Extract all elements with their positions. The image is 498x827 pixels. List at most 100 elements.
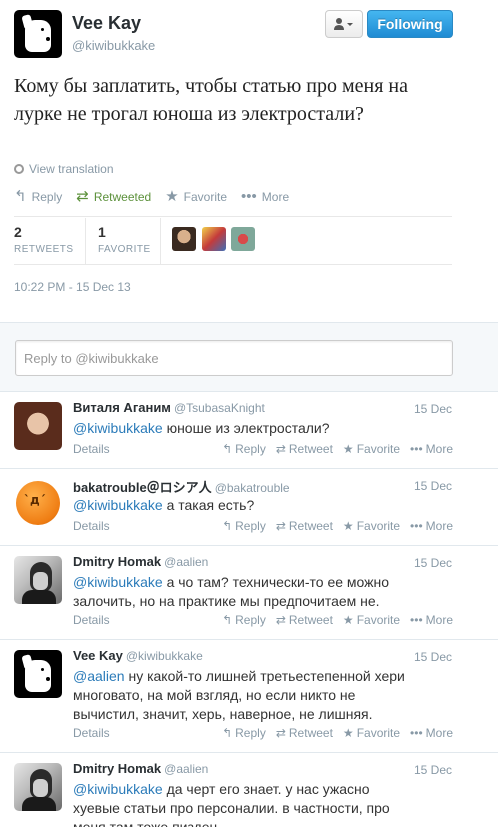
retweet-icon: ⇄ xyxy=(275,442,286,456)
more-action[interactable]: ••• More xyxy=(241,187,289,207)
more-action[interactable]: ••• More xyxy=(410,519,453,533)
favorite-action[interactable]: ★ Favorite xyxy=(343,442,400,456)
more-action[interactable]: ••• More xyxy=(410,442,453,456)
more-action[interactable]: ••• More xyxy=(410,613,453,627)
reply-author-handle: @bakatrouble xyxy=(214,481,290,495)
details-link[interactable]: Details xyxy=(73,726,110,740)
more-label: More xyxy=(261,190,290,204)
reply-avatar[interactable] xyxy=(14,402,62,450)
reply-action[interactable]: ↰ Reply xyxy=(14,187,62,207)
reply-icon: ↰ xyxy=(222,442,233,456)
tweet-header: Vee Kay @kiwibukkake Following xyxy=(14,10,484,60)
reply-label: Reply xyxy=(235,726,266,740)
reply-icon: ↰ xyxy=(222,519,233,533)
reply-action[interactable]: ↰ Reply xyxy=(222,519,266,533)
view-translation-link[interactable]: View translation xyxy=(14,162,114,176)
retweet-action[interactable]: ⇄ Retweet xyxy=(276,613,333,627)
reply-date[interactable]: 15 Dec xyxy=(414,402,452,416)
reply-mention-link[interactable]: @kiwibukkake xyxy=(73,781,163,797)
retweet-action[interactable]: ⇄ Retweet xyxy=(276,442,333,456)
reply-avatar[interactable] xyxy=(14,650,62,698)
tweet-timestamp[interactable]: 10:22 PM - 15 Dec 13 xyxy=(14,280,131,294)
details-link[interactable]: Details xyxy=(73,613,110,627)
retweet-action[interactable]: ⇄ Retweet xyxy=(276,726,333,740)
star-icon: ★ xyxy=(342,519,354,533)
favorite-action[interactable]: ★ Favorite xyxy=(343,613,400,627)
retweets-count: 2 xyxy=(14,224,22,240)
reply-tweet[interactable]: Dmitry Homak @aalien 15 Dec @kiwibukkake … xyxy=(0,546,498,640)
author-avatar[interactable] xyxy=(14,10,62,58)
favorite-action[interactable]: ★ Favorite xyxy=(165,187,227,207)
favorite-action[interactable]: ★ Favorite xyxy=(343,726,400,740)
reply-author-handle: @aalien xyxy=(164,762,209,776)
tweet-stats: 2 RETWEETS 1 FAVORITE xyxy=(14,218,452,264)
reply-tweet[interactable]: Vee Kay @kiwibukkake 15 Dec @aalien ну ка… xyxy=(0,640,498,753)
favorite-label: Favorite xyxy=(356,613,401,627)
star-icon: ★ xyxy=(165,188,179,205)
reply-author-name: Vee Kay xyxy=(73,648,123,663)
favorites-label: FAVORITE xyxy=(98,244,151,255)
reply-icon: ↰ xyxy=(222,613,233,627)
reply-author[interactable]: Vee Kay @kiwibukkake xyxy=(73,648,203,663)
reply-avatar[interactable] xyxy=(14,763,62,811)
reply-avatar[interactable]: ˋд´ xyxy=(14,479,62,527)
retweet-label: Retweet xyxy=(288,613,333,627)
reply-author[interactable]: Dmitry Homak @aalien xyxy=(73,761,208,776)
reply-date[interactable]: 15 Dec xyxy=(414,650,452,664)
reply-label: Reply xyxy=(235,613,266,627)
favoriter-avatar[interactable] xyxy=(231,227,255,251)
retweets-stat[interactable]: 2 RETWEETS xyxy=(14,224,74,255)
reply-date[interactable]: 15 Dec xyxy=(414,479,452,493)
retweeted-action[interactable]: ⇄ Retweeted xyxy=(76,187,151,207)
reply-mention-link[interactable]: @kiwibukkake xyxy=(73,497,163,513)
reply-author-handle: @kiwibukkake xyxy=(125,649,203,663)
reply-mention-link[interactable]: @kiwibukkake xyxy=(73,420,163,436)
user-actions-dropdown[interactable] xyxy=(325,10,363,38)
author-handle[interactable]: @kiwibukkake xyxy=(72,38,155,53)
retweet-label: Retweet xyxy=(288,726,333,740)
reply-author-handle: @aalien xyxy=(164,555,209,569)
favorite-label: Favorite xyxy=(356,726,401,740)
reply-footer: Details ↰ Reply ⇄ Retweet ★ Favorite ••• Mor… xyxy=(73,442,453,458)
following-button[interactable]: Following xyxy=(367,10,453,38)
reply-label: Reply xyxy=(31,190,63,204)
reply-author[interactable]: Виталя Аганим @TsubasaKnight xyxy=(73,400,265,415)
reply-tweet[interactable]: ˋд´ bakatrouble＠ロシア人 @bakatrouble 15 Dec … xyxy=(0,469,498,546)
retweet-icon: ⇄ xyxy=(275,519,286,533)
reply-action[interactable]: ↰ Reply xyxy=(222,442,266,456)
more-dots-icon: ••• xyxy=(241,188,257,205)
reply-area: Reply to @kiwibukkake xyxy=(0,322,498,392)
tweet-text: Кому бы заплатить, чтобы статью про меня… xyxy=(14,75,408,125)
favorite-action[interactable]: ★ Favorite xyxy=(343,519,400,533)
reply-date[interactable]: 15 Dec xyxy=(414,556,452,570)
more-dots-icon: ••• xyxy=(410,519,423,533)
reply-mention-link[interactable]: @kiwibukkake xyxy=(73,574,163,590)
reply-author[interactable]: Dmitry Homak @aalien xyxy=(73,554,208,569)
reply-author[interactable]: bakatrouble＠ロシア人 @bakatrouble xyxy=(73,477,290,496)
reply-input[interactable]: Reply to @kiwibukkake xyxy=(15,340,453,376)
divider xyxy=(85,218,86,264)
retweeted-label: Retweeted xyxy=(93,190,152,204)
divider xyxy=(14,216,452,217)
reply-mention-link[interactable]: @aalien xyxy=(73,668,125,684)
favorites-stat[interactable]: 1 FAVORITE xyxy=(98,224,151,255)
favoriter-avatar[interactable] xyxy=(202,227,226,251)
reply-tweet[interactable]: Виталя Аганим @TsubasaKnight 15 Dec @kiwi… xyxy=(0,392,498,469)
retweet-action[interactable]: ⇄ Retweet xyxy=(276,519,333,533)
globe-icon xyxy=(14,164,24,174)
reply-tweet[interactable]: Dmitry Homak @aalien 15 Dec @kiwibukkake … xyxy=(0,753,498,827)
reply-avatar[interactable] xyxy=(14,556,62,604)
retweet-icon: ⇄ xyxy=(275,726,286,740)
details-link[interactable]: Details xyxy=(73,442,110,456)
reply-action[interactable]: ↰ Reply xyxy=(222,613,266,627)
reply-label: Reply xyxy=(235,442,266,456)
more-label: More xyxy=(425,726,453,740)
reply-action[interactable]: ↰ Reply xyxy=(222,726,266,740)
more-action[interactable]: ••• More xyxy=(410,726,453,740)
divider xyxy=(160,218,161,264)
details-link[interactable]: Details xyxy=(73,519,110,533)
author-name[interactable]: Vee Kay xyxy=(72,13,141,34)
favoriter-avatar[interactable] xyxy=(172,227,196,251)
tweet-actions: ↰ Reply ⇄ Retweeted ★ Favorite ••• More xyxy=(14,187,289,207)
reply-date[interactable]: 15 Dec xyxy=(414,763,452,777)
